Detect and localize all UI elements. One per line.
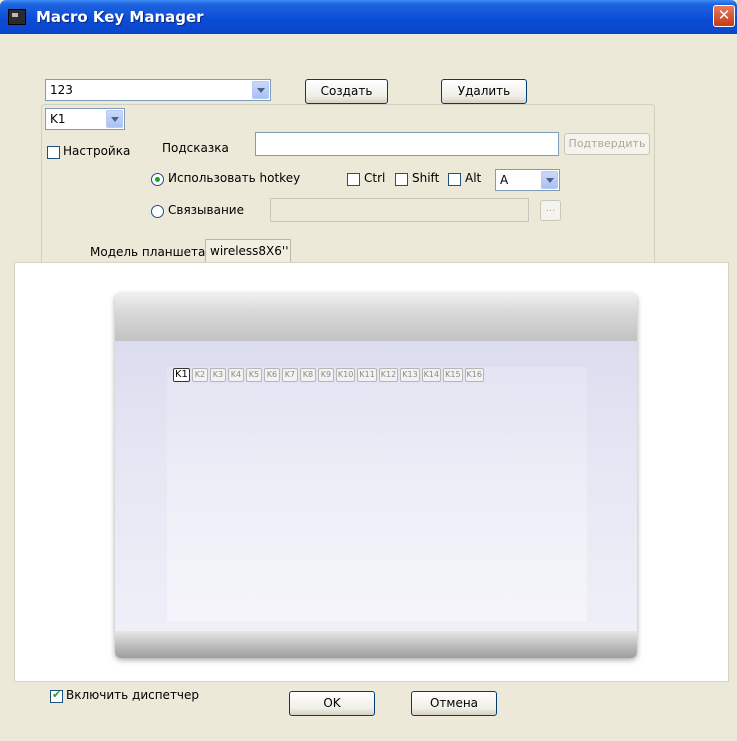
dialog-body: 123 Создать Удалить K1 Настройка Подсказ… [4, 34, 733, 737]
macro-key[interactable]: K8 [299, 368, 316, 382]
title-bar: Macro Key Manager ✕ [0, 0, 737, 34]
macro-key[interactable]: K13 [400, 368, 420, 382]
model-label: Модель планшета [90, 245, 206, 259]
tablet-top-bar [115, 293, 637, 342]
macro-key[interactable]: K1 [173, 368, 190, 382]
ctrl-checkbox[interactable] [347, 173, 360, 186]
macro-key[interactable]: K4 [227, 368, 244, 382]
delete-button[interactable]: Удалить [441, 79, 527, 104]
shift-label: Shift [412, 171, 440, 185]
tablet-image: K1 K2 K3 K4 K5 K6 K7 K8 K9 K10 K11 K12 K… [115, 293, 637, 658]
close-button[interactable]: ✕ [713, 5, 735, 27]
binding-input[interactable] [270, 198, 529, 222]
use-hotkey-radio[interactable] [151, 173, 164, 186]
hint-input[interactable] [255, 132, 559, 156]
binding-radio[interactable] [151, 205, 164, 218]
window-title: Macro Key Manager [36, 8, 204, 26]
settings-checkbox[interactable] [47, 146, 60, 159]
cancel-button[interactable]: Отмена [411, 691, 497, 716]
enable-manager-label: Включить диспетчер [66, 688, 200, 702]
tablet-bottom-bar [115, 631, 637, 658]
binding-label: Связывание [168, 203, 244, 217]
hotkey-value: A [500, 173, 509, 187]
create-button[interactable]: Создать [305, 79, 388, 104]
ctrl-label: Ctrl [364, 171, 386, 185]
shift-checkbox[interactable] [395, 173, 408, 186]
chevron-down-icon[interactable] [106, 110, 123, 128]
enable-manager-checkbox[interactable] [50, 688, 63, 703]
hotkey-select[interactable]: A [495, 169, 560, 191]
chevron-down-icon[interactable] [541, 171, 558, 189]
profile-value: 123 [50, 83, 73, 97]
tablet-preview: K1 K2 K3 K4 K5 K6 K7 K8 K9 K10 K11 K12 K… [14, 262, 729, 682]
app-icon [8, 9, 26, 25]
chevron-down-icon[interactable] [252, 81, 269, 99]
use-hotkey-label: Использовать hotkey [168, 171, 301, 185]
macro-key[interactable]: K16 [464, 368, 484, 382]
macro-key[interactable]: K9 [317, 368, 334, 382]
macro-key[interactable]: K7 [281, 368, 298, 382]
close-icon: ✕ [717, 6, 731, 24]
key-select[interactable]: K1 [45, 108, 125, 130]
alt-checkbox[interactable] [448, 173, 461, 186]
key-value: K1 [50, 112, 66, 126]
model-value: wireless8X6'' [205, 239, 291, 263]
alt-label: Alt [465, 171, 482, 185]
macro-key[interactable]: K15 [443, 368, 463, 382]
hint-label: Подсказка [162, 141, 229, 155]
macro-key[interactable]: K5 [245, 368, 262, 382]
tablet-face [115, 341, 637, 631]
macro-key[interactable]: K10 [335, 368, 356, 382]
macro-key[interactable]: K11 [357, 368, 377, 382]
macro-key[interactable]: K12 [378, 368, 399, 382]
macro-key-row: K1 K2 K3 K4 K5 K6 K7 K8 K9 K10 K11 K12 K… [173, 368, 484, 382]
settings-label: Настройка [63, 144, 131, 158]
macro-key[interactable]: K14 [421, 368, 442, 382]
browse-button[interactable]: ... [540, 200, 561, 221]
ok-button[interactable]: OK [289, 691, 375, 716]
macro-key[interactable]: K3 [209, 368, 226, 382]
macro-key[interactable]: K2 [191, 368, 208, 382]
macro-key[interactable]: K6 [263, 368, 280, 382]
confirm-button[interactable]: Подтвердить [564, 133, 650, 155]
profile-select[interactable]: 123 [45, 79, 271, 101]
